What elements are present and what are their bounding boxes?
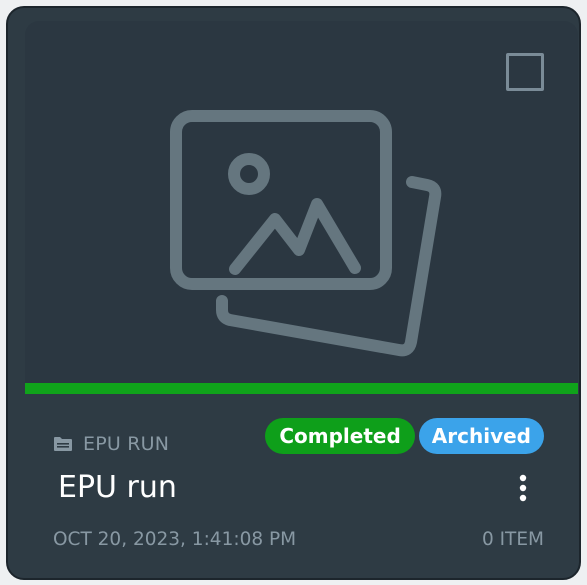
more-vertical-icon [519, 474, 527, 502]
status-progress-bar [25, 383, 578, 394]
archived-badge: Archived [418, 418, 544, 454]
item-type-text: EPU RUN [83, 433, 170, 455]
item-count: 0 ITEM [481, 529, 544, 550]
completed-badge: Completed [265, 418, 415, 454]
card-title[interactable]: EPU run [58, 466, 177, 510]
more-options-button[interactable] [513, 470, 533, 506]
card-thumbnail[interactable] [25, 21, 578, 383]
created-date: OCT 20, 2023, 1:41:08 PM [53, 529, 297, 550]
select-checkbox[interactable] [506, 53, 544, 91]
folder-icon [54, 437, 72, 451]
dataset-card[interactable]: EPU RUN Completed Archived EPU run OCT 2… [6, 6, 581, 580]
image-gallery-placeholder-icon [170, 110, 442, 357]
status-badges: Completed Archived [265, 418, 544, 454]
item-type-label: EPU RUN [53, 430, 169, 458]
